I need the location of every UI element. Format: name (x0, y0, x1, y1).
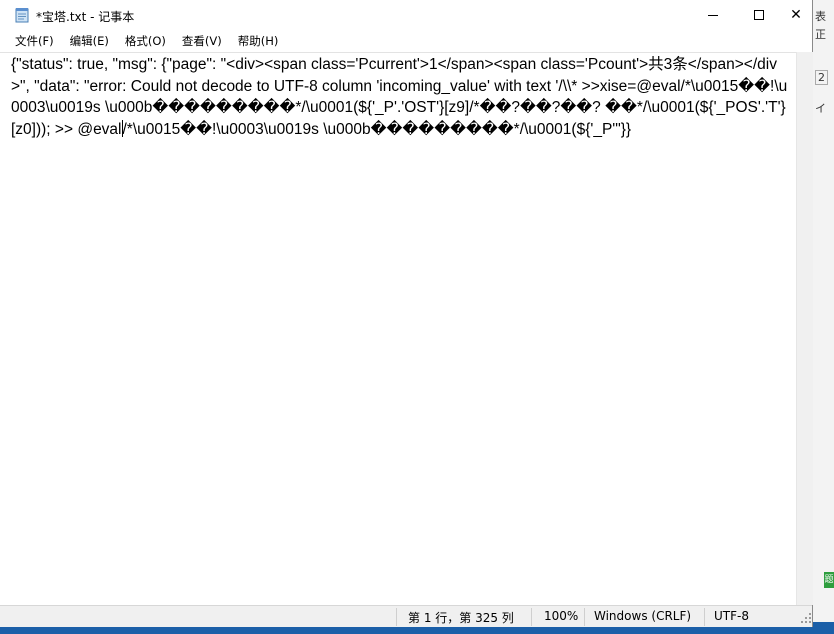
encoding: UTF-8 (714, 609, 749, 623)
window-title: *宝塔.txt - 记事本 (36, 10, 135, 24)
background-badge: 题 (824, 572, 834, 588)
menu-view[interactable]: 查看(V) (174, 30, 230, 52)
title-bar[interactable]: *宝塔.txt - 记事本 ✕ (0, 0, 812, 30)
resize-grip-icon[interactable] (800, 612, 812, 624)
zoom-level: 100% (544, 609, 579, 623)
desktop-strip (812, 622, 834, 634)
menu-bar: 文件(F) 编辑(E) 格式(O) 查看(V) 帮助(H) (0, 30, 812, 52)
line-ending: Windows (CRLF) (594, 609, 692, 623)
minimize-icon (708, 14, 718, 16)
editor-text-after-caret: /*\u0015��!\u0003\u0019s \u000b���������… (122, 120, 632, 138)
vertical-scrollbar[interactable] (796, 52, 813, 605)
close-button[interactable]: ✕ (780, 0, 812, 30)
background-text: 2 (815, 70, 828, 85)
status-separator (584, 608, 585, 626)
status-separator (531, 608, 532, 626)
minimize-button[interactable] (690, 0, 736, 30)
background-text: 表 (815, 10, 826, 23)
background-text: 正 (815, 28, 826, 41)
status-separator (396, 608, 397, 626)
status-separator (704, 608, 705, 626)
maximize-button[interactable] (736, 0, 782, 30)
notepad-window: *宝塔.txt - 记事本 ✕ 文件(F) 编辑(E) 格式(O) 查看(V) … (0, 0, 813, 627)
maximize-icon (754, 10, 764, 20)
background-text: イ (815, 102, 826, 115)
menu-file[interactable]: 文件(F) (7, 30, 62, 52)
menu-edit[interactable]: 编辑(E) (62, 30, 117, 52)
menu-format[interactable]: 格式(O) (117, 30, 174, 52)
notepad-icon (15, 8, 29, 23)
menu-help[interactable]: 帮助(H) (230, 30, 287, 52)
close-icon: ✕ (790, 7, 802, 23)
status-bar: 第 1 行，第 325 列 100% Windows (CRLF) UTF-8 (0, 605, 812, 627)
text-editor[interactable]: {"status": true, "msg": {"page": "<div><… (0, 52, 796, 605)
cursor-position: 第 1 行，第 325 列 (408, 611, 514, 625)
editor-content[interactable]: {"status": true, "msg": {"page": "<div><… (11, 54, 793, 140)
background-window-edge: 表 正 2 イ (812, 0, 834, 634)
